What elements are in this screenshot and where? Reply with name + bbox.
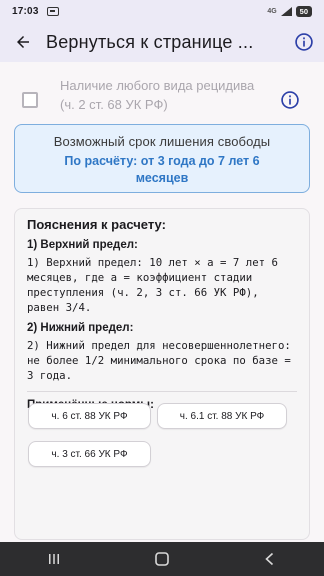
- info-icon: [281, 91, 299, 109]
- home-button[interactable]: [132, 542, 192, 576]
- status-time: 17:03: [12, 5, 39, 17]
- norm-chip[interactable]: ч. 6 ст. 88 УК РФ: [28, 403, 151, 429]
- signal-icon: 4G: [267, 7, 277, 15]
- system-nav-bar: [0, 542, 324, 576]
- app-bar: Вернуться к странице ...: [0, 22, 324, 62]
- home-icon: [155, 552, 169, 566]
- arrow-back-icon: [17, 36, 29, 48]
- recidivism-label-end: ): [163, 97, 168, 112]
- recidivism-info-button[interactable]: [280, 90, 300, 110]
- result-card: Возможный срок лишения свободы По расчёт…: [14, 124, 310, 193]
- status-bar: 17:03 4G 50: [0, 0, 324, 22]
- recent-apps-icon: [49, 554, 59, 564]
- lower-limit-text: 2) Нижний предел для несовершеннолетнего…: [27, 339, 291, 382]
- status-indicators: 4G 50: [267, 5, 312, 17]
- recidivism-label-ref: ч. 2 ст. 68 УК РФ: [64, 97, 164, 112]
- upper-limit-heading: 1) Верхний предел:: [27, 239, 138, 251]
- info-icon: [295, 33, 313, 51]
- back-button[interactable]: [0, 22, 46, 62]
- recent-apps-button[interactable]: [24, 542, 84, 576]
- nav-back-button[interactable]: [240, 542, 300, 576]
- recidivism-checkbox[interactable]: [22, 92, 38, 108]
- result-value: По расчёту: от 3 года до 7 лет 6 месяцев: [64, 154, 260, 185]
- recidivism-label: Наличие любого вида рецидива (ч. 2 ст. 6…: [60, 76, 265, 114]
- recidivism-option-row: Наличие любого вида рецидива (ч. 2 ст. 6…: [0, 70, 324, 120]
- main-content: Наличие любого вида рецидива (ч. 2 ст. 6…: [0, 62, 324, 542]
- cellular-signal-icon: [280, 6, 292, 16]
- info-button[interactable]: [292, 30, 316, 54]
- screenshot-notification-icon: [46, 6, 59, 16]
- lower-limit-heading: 2) Нижний предел:: [27, 322, 134, 334]
- page-title: Вернуться к странице ...: [46, 31, 254, 52]
- norm-chip[interactable]: ч. 3 ст. 66 УК РФ: [28, 441, 151, 467]
- explanation-title: Пояснения к расчету:: [27, 217, 166, 232]
- result-title: Возможный срок лишения свободы: [53, 134, 271, 149]
- norm-chip[interactable]: ч. 6.1 ст. 88 УК РФ: [157, 403, 287, 429]
- divider: [27, 391, 297, 392]
- battery-icon: 50: [295, 5, 312, 17]
- explanation-card: Пояснения к расчету: 1) Верхний предел: …: [14, 208, 310, 540]
- nav-back-icon: [265, 552, 274, 566]
- upper-limit-text: 1) Верхний предел: 10 лет × a = 7 лет 6 …: [27, 256, 278, 314]
